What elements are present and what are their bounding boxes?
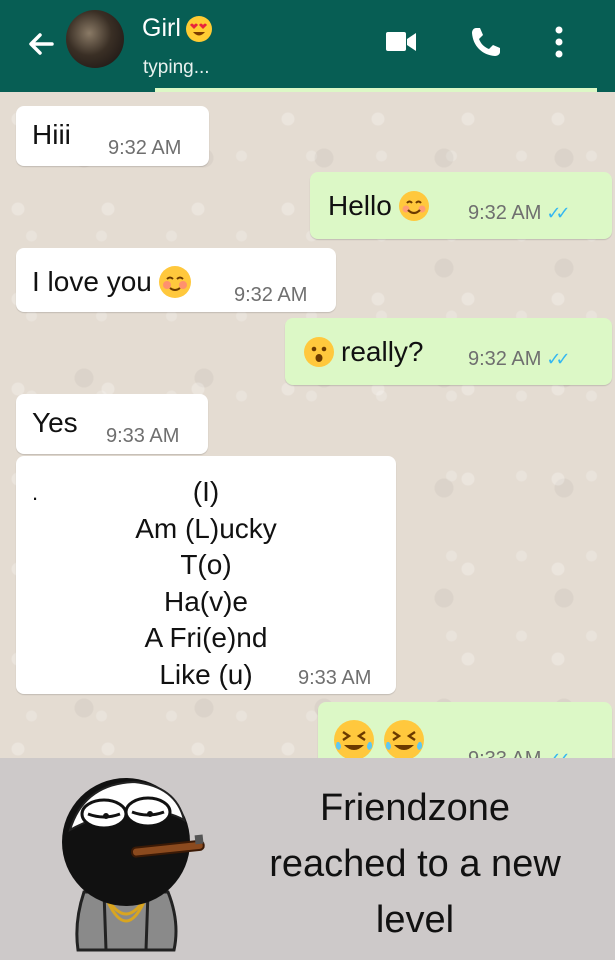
meme-caption: Friendzone reached to a new level: [230, 780, 600, 948]
video-call-icon[interactable]: [384, 28, 418, 56]
message-text: Hiii: [32, 119, 71, 150]
contact-name: Girl: [142, 14, 181, 42]
poem-line: A Fri(e)nd: [144, 622, 268, 653]
more-options-icon[interactable]: [552, 24, 566, 62]
read-ticks-icon: ✓✓: [546, 749, 570, 758]
message-time-row: 9:33 AM ✓✓: [468, 748, 571, 758]
surprised-emoji-icon: [304, 337, 334, 367]
message-time: 9:33 AM: [106, 425, 180, 447]
poem-line: Ha(v)e: [163, 585, 248, 617]
rage-face-smoking-cigar-image: [62, 778, 205, 952]
message-time-row: 9:32 AM ✓✓: [468, 202, 571, 225]
meme-banner: Friendzone reached to a new level: [0, 758, 615, 960]
message-time: 9:32 AM: [108, 137, 182, 159]
message-bubble-incoming[interactable]: Hiii 9:32 AM: [16, 106, 209, 166]
message-bubble-incoming[interactable]: . (I) Am (L)ucky T(o) Ha(v)e A Fri(e)nd …: [16, 456, 396, 694]
typing-status: typing...: [143, 57, 210, 78]
read-ticks-icon: ✓✓: [546, 349, 570, 369]
contact-name-row[interactable]: Girl: [142, 14, 213, 43]
message-time: 9:32 AM: [468, 348, 542, 370]
blushing-emoji-icon: [158, 266, 191, 298]
caption-line: Friendzone: [319, 787, 511, 829]
message-time: 9:33 AM: [298, 667, 372, 689]
read-ticks-icon: ✓✓: [546, 203, 570, 223]
contact-avatar[interactable]: [66, 10, 124, 68]
message-time: 9:32 AM: [468, 202, 542, 224]
message-bubble-outgoing[interactable]: really? 9:32 AM ✓✓: [285, 318, 612, 385]
message-text: I love you: [32, 266, 152, 297]
caption-line: reached to a new: [269, 843, 561, 885]
chat-area[interactable]: Hiii 9:32 AM Hello 9:32 AM ✓✓ I love you: [0, 92, 615, 758]
poem-line: Am (L)ucky: [135, 512, 277, 544]
smiling-emoji-icon: [398, 191, 429, 221]
poem-lines: (I) Am (L)ucky T(o) Ha(v)e A Fri(e)nd Li…: [36, 474, 376, 693]
message-content: [332, 718, 426, 758]
message-bubble-incoming[interactable]: I love you 9:32 AM: [16, 248, 336, 312]
message-text: really?: [341, 336, 424, 367]
message-content: Hello: [328, 190, 430, 222]
voice-call-icon[interactable]: [468, 24, 504, 60]
heart-eyes-emoji-icon: [185, 15, 212, 42]
message-time: 9:33 AM: [468, 748, 541, 758]
message-content: really?: [303, 336, 423, 368]
message-time: 9:32 AM: [234, 284, 308, 306]
message-time-row: 9:32 AM ✓✓: [468, 348, 571, 371]
back-arrow-icon[interactable]: [22, 24, 62, 64]
message-bubble-outgoing[interactable]: Hello 9:32 AM ✓✓: [310, 172, 612, 239]
message-text: Yes: [32, 407, 78, 438]
message-content: I love you: [32, 265, 192, 299]
message-bubble-incoming[interactable]: Yes 9:33 AM: [16, 394, 208, 454]
laughing-tears-emoji-icon: [384, 720, 424, 758]
chat-header: Girl typing...: [0, 0, 615, 92]
caption-line: level: [375, 899, 455, 941]
laughing-tears-emoji-icon: [334, 720, 374, 758]
message-bubble-outgoing[interactable]: 9:33 AM ✓✓: [318, 702, 612, 758]
message-text: Hello: [328, 190, 392, 221]
poem-line: T(o): [180, 549, 232, 580]
poem-line: (I): [192, 476, 220, 507]
